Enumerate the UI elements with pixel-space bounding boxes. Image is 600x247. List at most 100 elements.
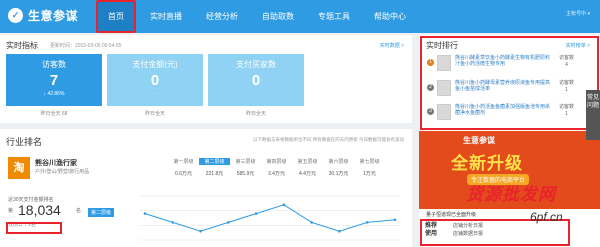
buyers-value: 0 [251, 72, 261, 89]
data-point [310, 221, 313, 224]
rank-number: 2 [427, 84, 434, 91]
tip-links: 店铺分析日报 店铺数据日报 [453, 222, 483, 238]
nav-live[interactable]: 实时直播 [140, 0, 192, 33]
visitor-stat: 访客数 1 [559, 80, 574, 94]
top-navigation-bar: ✓ 生意参谋 首页 实时直播 经营分析 自助取数 专题工具 帮助中心 主帐号中 … [0, 0, 600, 33]
data-point [365, 221, 369, 224]
tier-value: 3.4万元 [268, 171, 285, 177]
tier-6[interactable]: 第六层级 [323, 158, 354, 165]
ranking-item[interactable]: 2 熊谷川鱼小药酵母素营养液原液鱼专用提高鱼小鱼苗成活率 访客数 1 [427, 80, 587, 102]
nav-analysis[interactable]: 经营分析 [196, 0, 248, 33]
nav-self-service[interactable]: 自助取数 [252, 0, 304, 33]
ranking-item[interactable]: 1 熊谷川酵素草饮鱼小药酵素生物有机肥原料汁鱼小药活微生物专用 访客数 4 [427, 55, 587, 77]
tier-4[interactable]: 第四层级 [261, 158, 292, 165]
watermark-text: 货源批发网 [466, 185, 556, 204]
industry-title: 行业排名 [6, 137, 43, 147]
tier-value: 4.4万元 [299, 171, 316, 177]
visitors-card[interactable]: 访客数 7 ↓ 42.86% [6, 54, 102, 106]
stat-label: 访客数 [559, 104, 575, 110]
main-nav: 首页 实时直播 经营分析 自助取数 专题工具 帮助中心 [96, 0, 420, 33]
rank-suffix: 名 [76, 208, 82, 214]
data-point [254, 212, 258, 215]
yesterday-row: 昨日全天 68 昨日全天 昨日全天 [6, 110, 309, 117]
data-point [393, 218, 397, 222]
tier-tabs: 第一层级 第二层级 第三层级 第四层级 第五层级 第六层级 第七层级 [168, 158, 385, 165]
data-point [143, 212, 147, 215]
realtime-title: 实时指标 [6, 41, 38, 50]
yesterday-buyers: 昨日全天 [245, 111, 266, 117]
shop-name: 熊谷川渔行家 [35, 160, 77, 167]
tier-value: 1万元 [363, 171, 376, 177]
visitors-value: 7 [49, 72, 59, 89]
ranking-item[interactable]: 3 熊谷川鱼小药活鱼鱼菌素加强版鱼池专用杀菌净水鱼菌剂 访客数 1 [427, 104, 587, 126]
buyers-card[interactable]: 支付买家数 0 - [208, 54, 304, 106]
tier-values: 0.6万元 221.8元 585.9元 3.4万元 4.4万元 30.1万元 1… [168, 170, 385, 177]
rank-number: 3 [427, 108, 434, 115]
nav-tools[interactable]: 专题工具 [308, 0, 360, 33]
realtime-ranking-panel: 实时排行 实时榜单 > 1 熊谷川酵素草饮鱼小药酵素生物有机肥原料汁鱼小药活微生… [419, 35, 600, 131]
tier-value: 221.8元 [205, 171, 224, 177]
product-title[interactable]: 熊谷川酵素草饮鱼小药酵素生物有机肥原料汁鱼小药活微生物专用 [455, 55, 553, 67]
data-point [199, 229, 202, 233]
tip-label-recommend: 推荐 [425, 223, 438, 229]
nav-help[interactable]: 帮助中心 [364, 0, 416, 33]
tier-5[interactable]: 第五层级 [292, 158, 323, 165]
yesterday-visitors: 昨日全天 68 [40, 111, 68, 117]
visitor-stat: 访客数 1 [559, 104, 574, 118]
app-logo[interactable]: ✓ 生意参谋 [8, 7, 78, 24]
tier-1[interactable]: 第一层级 [168, 158, 199, 165]
stat-value: 1 [565, 87, 568, 93]
payment-amount-card[interactable]: 支付金额(元) 0 - [107, 54, 203, 106]
tips-header: 量子恒道现已全面升级 [426, 212, 477, 218]
watermark-site: 6pf.cn [530, 210, 563, 224]
rank-trend-chart [140, 195, 400, 241]
ranking-title: 实时排行 [426, 41, 458, 50]
rank-prefix: 第 [8, 208, 14, 214]
payment-amount-change: - [154, 91, 156, 97]
tier-3[interactable]: 第三层级 [230, 158, 261, 165]
visitor-stat: 访客数 4 [559, 55, 574, 69]
tier-value: 30.1万元 [328, 171, 349, 177]
industry-note: 以下数据与表格数据单位不同 所有数据在的天内更新 今日数据可能会有波动 [253, 137, 404, 142]
app-title: 生意参谋 [28, 9, 79, 23]
update-time: 更新时间：2015-03-05 09:54:55 [50, 43, 122, 49]
buyers-change: - [255, 91, 257, 97]
product-title[interactable]: 熊谷川鱼小药酵母素营养液原液鱼专用提高鱼小鱼苗成活率 [455, 80, 553, 92]
logo-icon: ✓ [8, 8, 23, 23]
data-point [282, 203, 286, 207]
stat-label: 访客数 [559, 55, 575, 61]
rank-value: 18,034 [18, 202, 61, 218]
account-menu[interactable]: 主帐号中 ▾ [566, 10, 590, 17]
series-line [144, 204, 396, 232]
banner-headline: 全新升级 [451, 154, 523, 173]
taobao-icon: 淘 [8, 157, 30, 179]
realtime-data-link[interactable]: 实时数据 > [380, 42, 404, 49]
data-point [227, 221, 230, 224]
ranking-link[interactable]: 实时榜单 > [566, 42, 590, 49]
tip-link-shop-analysis[interactable]: 店铺分析日报 [453, 223, 483, 229]
level-badge: 第二层级 [88, 208, 115, 217]
payment-amount-value: 0 [150, 72, 160, 89]
visitors-change: ↓ 42.86% [43, 91, 65, 97]
tier-value: 0.6万元 [175, 171, 192, 177]
tip-label-use: 使用 [425, 231, 438, 237]
tier-2[interactable]: 第二层级 [199, 158, 230, 165]
tier-value: 585.9元 [236, 171, 255, 177]
product-thumbnail [437, 104, 451, 120]
tip-link-shop-daily[interactable]: 店铺数据日报 [453, 231, 483, 237]
buyers-label: 支付买家数 [236, 60, 276, 69]
product-title[interactable]: 熊谷川鱼小药活鱼鱼菌素加强版鱼池专用杀菌净水鱼菌剂 [455, 104, 553, 116]
banner-brand: 生意参谋 [463, 136, 495, 145]
shop-category: 户外/登山/野营/旅行用品 [35, 169, 90, 175]
metric-cards: 访客数 7 ↓ 42.86% 支付金额(元) 0 - 支付买家数 0 - [6, 54, 309, 106]
stat-label: 访客数 [559, 80, 575, 86]
tier-7[interactable]: 第七层级 [354, 158, 385, 165]
nav-home[interactable]: 首页 [96, 0, 136, 33]
tip-label: 推荐 使用 [425, 222, 437, 238]
highlight-box [6, 222, 62, 234]
yesterday-payment: 昨日全天 [144, 111, 165, 117]
faq-side-tab[interactable]: 常见问题 [586, 90, 600, 140]
visitors-label: 访客数 [42, 60, 66, 69]
data-point [171, 221, 175, 224]
stat-value: 4 [565, 62, 568, 68]
